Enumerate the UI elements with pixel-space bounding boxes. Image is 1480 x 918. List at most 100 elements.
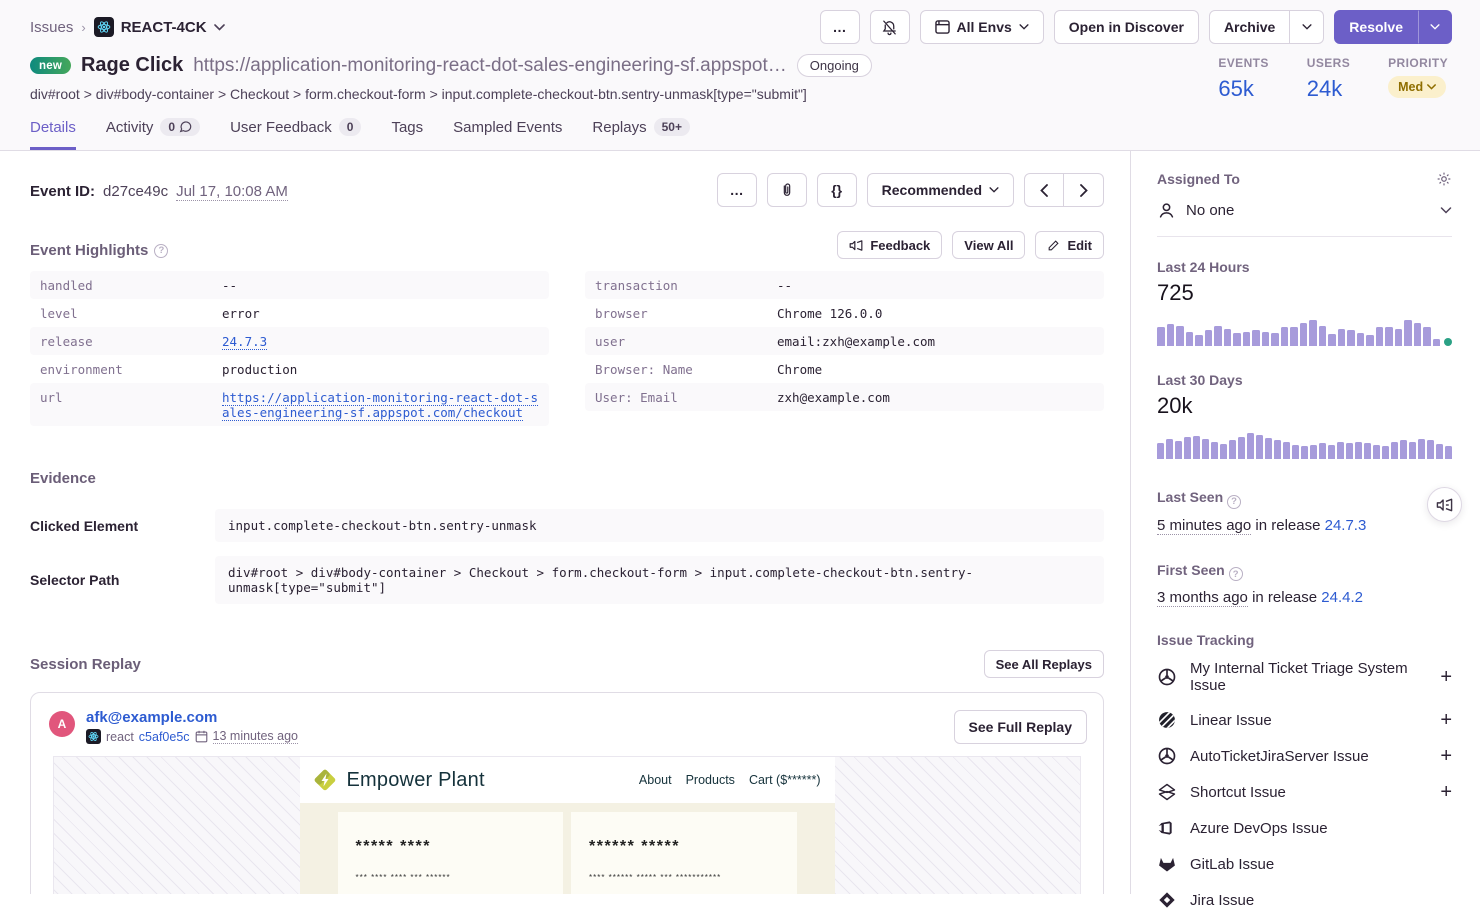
linear-icon	[1157, 710, 1177, 730]
archive-dropdown-button[interactable]	[1290, 10, 1324, 44]
chart-bar	[1283, 442, 1290, 459]
chart-bar	[1391, 442, 1398, 459]
tab-label: Replays	[592, 119, 646, 136]
highlight-row: User: Emailzxh@example.com	[585, 383, 1104, 411]
mute-notifications-button[interactable]	[870, 10, 910, 44]
issue-tracking-item[interactable]: GitLab Issue	[1157, 846, 1452, 882]
edit-highlights-button[interactable]: Edit	[1035, 231, 1104, 259]
highlight-key: url	[40, 390, 222, 420]
add-issue-link-button[interactable]: +	[1440, 667, 1452, 687]
issue-tracking-item[interactable]: Shortcut Issue+	[1157, 774, 1452, 810]
view-all-button[interactable]: View All	[952, 231, 1025, 259]
tab-details[interactable]: Details	[30, 118, 76, 150]
see-full-replay-button[interactable]: See Full Replay	[954, 710, 1087, 744]
issue-tracking-title: Issue Tracking	[1157, 632, 1452, 648]
tab-tags[interactable]: Tags	[391, 118, 423, 150]
chart-bar	[1364, 443, 1371, 459]
add-issue-link-button[interactable]: +	[1440, 782, 1452, 802]
event-more-button[interactable]: …	[717, 173, 757, 207]
chart-bar	[1202, 439, 1209, 459]
calendar-icon	[195, 730, 208, 743]
add-issue-link-button[interactable]: +	[1440, 746, 1452, 766]
attachments-button[interactable]	[767, 173, 807, 207]
issue-culprit: div#root > div#body-container > Checkout…	[30, 86, 872, 102]
highlight-value[interactable]: 24.7.3	[222, 334, 539, 349]
chart-bar	[1184, 437, 1191, 459]
issue-tracking-label: My Internal Ticket Triage System Issue	[1190, 660, 1427, 694]
next-event-button[interactable]	[1064, 173, 1104, 207]
megaphone-icon	[1436, 497, 1453, 513]
react-project-icon	[86, 729, 101, 744]
add-issue-link-button[interactable]: +	[1440, 710, 1452, 730]
json-button[interactable]: {}	[817, 173, 857, 207]
feedback-button[interactable]: Feedback	[837, 231, 942, 259]
event-sort-selector[interactable]: Recommended	[867, 173, 1014, 207]
project-selector[interactable]: REACT-4CK	[94, 17, 225, 37]
replay-product-desc: *** **** **** *** ******	[356, 873, 546, 882]
evidence-key: Selector Path	[30, 572, 215, 588]
users-count-link[interactable]: 24k	[1307, 76, 1350, 102]
issue-subtitle-url: https://application-monitoring-react-dot…	[193, 55, 787, 77]
last-seen-release-link[interactable]: 24.7.3	[1325, 517, 1367, 534]
more-actions-button[interactable]: …	[820, 10, 860, 44]
events-count-link[interactable]: 65k	[1218, 76, 1268, 102]
environment-selector[interactable]: All Envs	[920, 10, 1044, 44]
chart-bar	[1385, 327, 1393, 346]
chart-bar	[1193, 436, 1200, 459]
chart-bar	[1247, 433, 1254, 459]
chart-bar	[1220, 444, 1227, 459]
replay-id-link[interactable]: c5af0e5c	[139, 730, 190, 744]
breadcrumb-issues-link[interactable]: Issues	[30, 19, 73, 36]
chart-bar	[1214, 326, 1222, 346]
issue-tracking-item[interactable]: Jira Issue	[1157, 882, 1452, 918]
issue-tracking-item[interactable]: AutoTicketJiraServer Issue+	[1157, 738, 1452, 774]
event-id-value: d27ce49c	[103, 183, 168, 200]
gear-icon[interactable]	[1436, 171, 1452, 187]
issue-tracking-item[interactable]: Linear Issue+	[1157, 702, 1452, 738]
assigned-to-title: Assigned To	[1157, 171, 1240, 187]
event-id-row: Event ID: d27ce49c Jul 17, 10:08 AM	[30, 173, 288, 201]
open-in-discover-button[interactable]: Open in Discover	[1054, 10, 1199, 44]
issue-tracking-item[interactable]: My Internal Ticket Triage System Issue +	[1157, 652, 1452, 702]
first-seen-release-link[interactable]: 24.4.2	[1321, 589, 1363, 606]
tab-label: Tags	[391, 119, 423, 136]
chart-bar	[1262, 332, 1270, 346]
previous-event-button[interactable]	[1024, 173, 1064, 207]
help-icon[interactable]: ?	[1227, 495, 1241, 509]
replay-time-ago[interactable]: 13 minutes ago	[213, 729, 298, 744]
chart-bar	[1274, 440, 1281, 459]
tab-replays[interactable]: Replays 50+	[592, 118, 690, 150]
give-feedback-floating-button[interactable]	[1427, 487, 1462, 522]
highlights-table-right: transaction--browserChrome 126.0.0userem…	[585, 271, 1104, 411]
resolve-dropdown-button[interactable]	[1418, 10, 1452, 44]
chart-bar	[1229, 440, 1236, 459]
evidence-key: Clicked Element	[30, 518, 215, 534]
chart-bar	[1301, 446, 1308, 459]
archive-button[interactable]: Archive	[1209, 10, 1290, 44]
chart-bar	[1338, 329, 1346, 346]
tab-sampled-events[interactable]: Sampled Events	[453, 118, 562, 150]
empower-plant-logo-icon	[312, 767, 338, 793]
replay-site-nav-link: Products	[686, 773, 735, 787]
issue-tracking-item[interactable]: Azure DevOps Issue	[1157, 810, 1452, 846]
see-all-replays-button[interactable]: See All Replays	[984, 650, 1104, 678]
highlight-value[interactable]: https://application-monitoring-react-dot…	[222, 390, 539, 420]
evidence-title: Evidence	[30, 470, 1104, 487]
tab-activity[interactable]: Activity0	[106, 118, 200, 150]
resolve-button[interactable]: Resolve	[1334, 10, 1418, 44]
tab-count-badge: 50+	[654, 118, 690, 136]
event-timestamp[interactable]: Jul 17, 10:08 AM	[176, 183, 288, 201]
replay-user-link[interactable]: afk@example.com	[86, 709, 298, 726]
priority-selector[interactable]: Med	[1388, 76, 1446, 98]
tab-label: User Feedback	[230, 119, 332, 136]
chart-bar	[1290, 327, 1298, 346]
chart-bar	[1319, 326, 1327, 346]
help-icon[interactable]: ?	[154, 244, 168, 258]
help-icon[interactable]: ?	[1229, 567, 1243, 581]
chart-bar	[1445, 446, 1452, 459]
highlight-key: release	[40, 334, 222, 349]
tab-user-feedback[interactable]: User Feedback0	[230, 118, 361, 150]
replay-preview[interactable]: Empower Plant AboutProductsCart ($******…	[53, 756, 1081, 894]
replay-product-card: ****** ********* ****** ***** *** ******…	[571, 812, 797, 894]
assignee-selector[interactable]: No one	[1157, 187, 1452, 237]
